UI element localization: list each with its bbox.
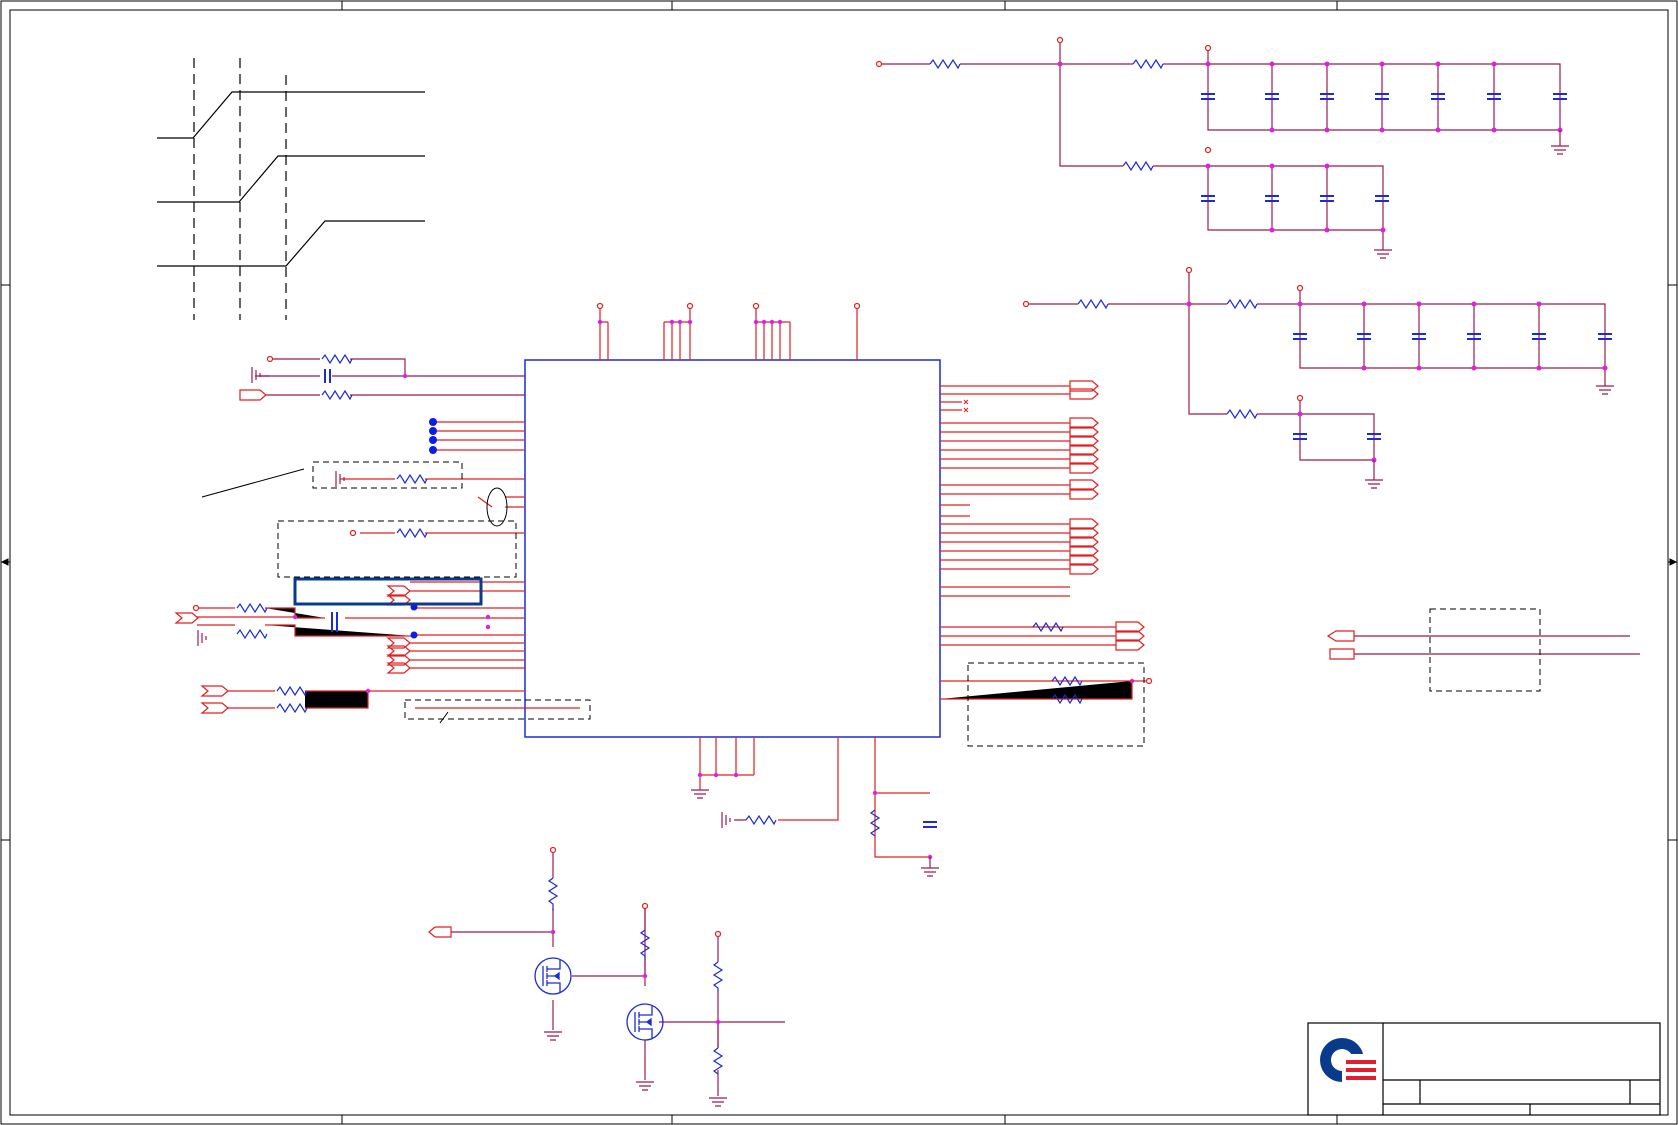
right-connector-block xyxy=(1326,608,1640,692)
capacitor-icon xyxy=(1293,333,1612,440)
offpage-connector-icon xyxy=(428,926,452,938)
offpage-connector-icon xyxy=(1069,380,1145,651)
schematic-sheet xyxy=(0,0,1678,1125)
capacitor-icon xyxy=(324,369,338,632)
resistor-icon xyxy=(745,809,881,837)
timing-diagram xyxy=(157,58,425,320)
company-logo xyxy=(1320,1038,1376,1086)
ground-icon xyxy=(1365,370,1614,489)
ic-right-signals xyxy=(940,380,1153,747)
drawing-frame xyxy=(0,0,1678,1125)
ground-icon xyxy=(1374,130,1569,259)
power-filter-network-2 xyxy=(1022,266,1614,489)
offpage-connector-icon xyxy=(174,389,411,714)
resistor-icon xyxy=(1077,298,1258,420)
ground-icon xyxy=(691,789,939,877)
capacitor-icon xyxy=(1201,93,1567,202)
ic-left-signals xyxy=(174,353,591,724)
capacitor-icon xyxy=(923,821,937,828)
no-connect-icon xyxy=(963,399,969,413)
ground-icon xyxy=(544,1031,727,1107)
mosfet-level-shifter xyxy=(428,846,785,1107)
offpage-connector-icon xyxy=(1326,630,1355,660)
resistor-icon xyxy=(929,58,1164,172)
mosfet-icon xyxy=(534,957,664,1041)
main-ic xyxy=(524,302,941,877)
power-filter-network-1 xyxy=(875,36,1569,259)
